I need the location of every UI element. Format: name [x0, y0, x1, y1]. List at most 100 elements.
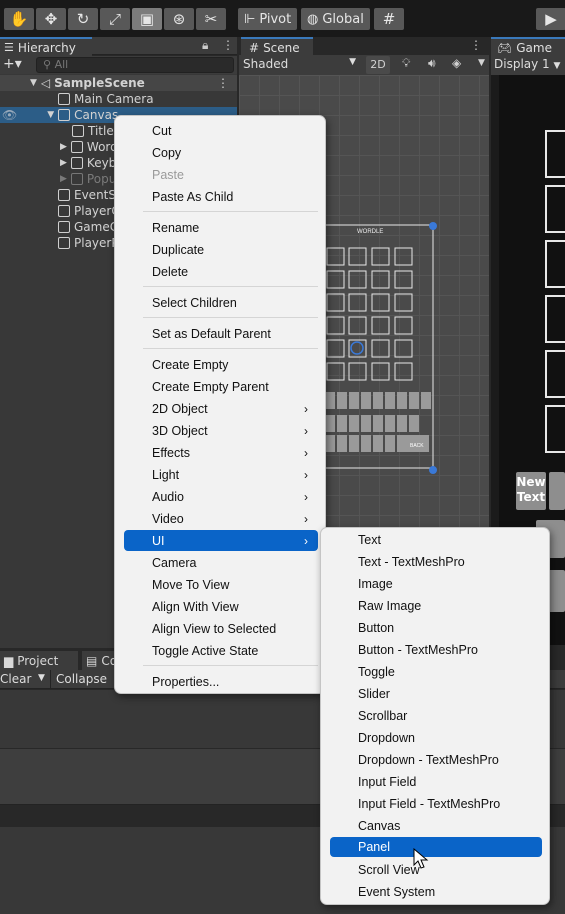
submenu-item-scroll-view[interactable]: Scroll View — [330, 859, 542, 880]
add-object-button[interactable]: +▾ — [3, 56, 22, 72]
chevron-down-icon[interactable]: ▼ — [478, 58, 485, 68]
hierarchy-item[interactable]: Main Camera — [0, 91, 237, 107]
menu-item-3d-object[interactable]: 3D Object › — [124, 420, 318, 441]
chevron-down-icon[interactable]: ▼ — [47, 110, 54, 120]
clear-button[interactable]: Clear — [0, 672, 31, 686]
scale-tool-icon[interactable]: ⤢ — [100, 8, 130, 30]
submenu-item-input-field-tmp[interactable]: Input Field - TextMeshPro — [330, 793, 542, 814]
menu-item-create-empty-parent[interactable]: Create Empty Parent — [124, 376, 318, 397]
menu-item-label: UI — [152, 533, 165, 548]
menu-item-label: Set as Default Parent — [152, 326, 271, 341]
menu-item-audio[interactable]: Audio › — [124, 486, 318, 507]
display-dropdown[interactable]: Display 1 ▼ — [494, 57, 560, 71]
collapse-button[interactable]: Collapse — [50, 670, 112, 689]
menu-item-create-empty[interactable]: Create Empty — [124, 354, 318, 375]
submenu-item-slider[interactable]: Slider — [330, 683, 542, 704]
chevron-down-icon: ▼ — [553, 61, 561, 71]
submenu-item-label: Button - TextMeshPro — [358, 642, 478, 657]
submenu-item-canvas[interactable]: Canvas — [330, 815, 542, 836]
menu-item-copy[interactable]: Copy — [124, 142, 318, 163]
game-letter-box — [545, 350, 565, 398]
scene-row[interactable]: ▼ ◁ SampleScene ⋮ — [0, 75, 237, 91]
gameobject-icon — [70, 141, 83, 153]
submenu-item-dropdown[interactable]: Dropdown — [330, 727, 542, 748]
menu-item-cut[interactable]: Cut — [124, 120, 318, 141]
menu-item-move-to-view[interactable]: Move To View — [124, 574, 318, 595]
submenu-item-dropdown-tmp[interactable]: Dropdown - TextMeshPro — [330, 749, 542, 770]
submenu-item-button[interactable]: Button — [330, 617, 542, 638]
submenu-item-text[interactable]: Text — [330, 529, 542, 550]
more-options-icon[interactable]: ⋮ — [222, 38, 234, 52]
custom-tool-icon[interactable]: ✂ — [196, 8, 226, 30]
chevron-right-icon[interactable]: ▶ — [60, 142, 67, 152]
pivot-toggle[interactable]: ⊩ Pivot — [238, 8, 298, 30]
chevron-right-icon: › — [304, 511, 308, 526]
chevron-down-icon[interactable]: ▼ — [38, 673, 45, 683]
menu-item-delete[interactable]: Delete — [124, 261, 318, 282]
global-toggle[interactable]: ◍ Global — [301, 8, 370, 30]
menu-item-light[interactable]: Light › — [124, 464, 318, 485]
hierarchy-item-label: Title — [88, 124, 114, 138]
tab-scene[interactable]: # Scene — [241, 37, 313, 56]
submenu-item-event-system[interactable]: Event System — [330, 881, 542, 902]
lighting-icon[interactable]: 💡︎ — [402, 56, 410, 71]
menu-item-video[interactable]: Video › — [124, 508, 318, 529]
tab-hierarchy[interactable]: ☰ Hierarchy — [0, 37, 92, 56]
visibility-icon[interactable]: 👁︎ — [2, 108, 17, 122]
submenu-item-input-field[interactable]: Input Field — [330, 771, 542, 792]
menu-item-effects[interactable]: Effects › — [124, 442, 318, 463]
menu-separator — [143, 348, 318, 349]
lock-icon[interactable]: 🔒︎ — [202, 38, 208, 53]
menu-item-set-default-parent[interactable]: Set as Default Parent — [124, 323, 318, 344]
menu-item-2d-object[interactable]: 2D Object › — [124, 398, 318, 419]
menu-item-toggle-active-state[interactable]: Toggle Active State — [124, 640, 318, 661]
submenu-item-label: Image — [358, 576, 393, 591]
menu-item-duplicate[interactable]: Duplicate — [124, 239, 318, 260]
grid-snap-icon[interactable]: # — [374, 8, 404, 30]
effects-icon[interactable]: ◈ — [452, 56, 461, 70]
gameobject-icon — [72, 125, 84, 137]
scene-more-icon[interactable]: ⋮ — [470, 38, 482, 52]
submenu-item-scrollbar[interactable]: Scrollbar — [330, 705, 542, 726]
menu-item-align-view-to-selected[interactable]: Align View to Selected — [124, 618, 318, 639]
submenu-item-label: Scrollbar — [358, 708, 408, 723]
audio-icon[interactable]: 🔊︎ — [428, 56, 436, 71]
hand-tool-icon[interactable]: ✋ — [4, 8, 34, 30]
menu-item-label: Video — [152, 511, 184, 526]
move-tool-icon[interactable]: ✥ — [36, 8, 66, 30]
rect-tool-icon[interactable]: ▣ — [132, 8, 162, 30]
submenu-item-raw-image[interactable]: Raw Image — [330, 595, 542, 616]
menu-item-ui[interactable]: UI › — [124, 530, 318, 551]
menu-item-label: Move To View — [152, 577, 230, 592]
chevron-right-icon: › — [304, 533, 308, 548]
menu-item-paste-as-child[interactable]: Paste As Child — [124, 186, 318, 207]
submenu-item-button-tmp[interactable]: Button - TextMeshPro — [330, 639, 542, 660]
global-label: Global — [322, 11, 364, 27]
menu-separator — [143, 211, 318, 212]
hierarchy-search-input[interactable]: ⚲ All — [36, 57, 234, 73]
submenu-item-toggle[interactable]: Toggle — [330, 661, 542, 682]
tab-game[interactable]: 🎮︎ Game — [491, 37, 565, 56]
display-label: Display 1 — [494, 57, 550, 71]
submenu-item-image[interactable]: Image — [330, 573, 542, 594]
chevron-right-icon[interactable]: ▶ — [60, 158, 67, 168]
mode-2d-toggle[interactable]: 2D — [366, 56, 390, 74]
menu-item-rename[interactable]: Rename — [124, 217, 318, 238]
menu-item-label: Properties... — [152, 674, 220, 689]
menu-item-properties[interactable]: Properties... — [124, 671, 318, 692]
menu-item-align-with-view[interactable]: Align With View — [124, 596, 318, 617]
chevron-right-icon[interactable]: ▶ — [60, 174, 67, 184]
menu-item-camera[interactable]: Camera — [124, 552, 318, 573]
scene-menu-icon[interactable]: ⋮ — [217, 76, 229, 90]
menu-item-select-children[interactable]: Select Children — [124, 292, 318, 313]
menu-item-label: Align With View — [152, 599, 239, 614]
rotate-tool-icon[interactable]: ↻ — [68, 8, 98, 30]
hierarchy-item-label: Keyb — [86, 156, 117, 170]
gamepad-icon: 🎮︎ — [497, 40, 513, 55]
submenu-item-text-tmp[interactable]: Text - TextMeshPro — [330, 551, 542, 572]
transform-tool-icon[interactable]: ⊛ — [164, 8, 194, 30]
tab-project[interactable]: ▆ Project — [0, 651, 78, 670]
shading-dropdown[interactable]: Shaded ▼ — [243, 57, 358, 73]
play-button[interactable]: ▶ — [536, 8, 565, 30]
submenu-item-panel[interactable]: Panel — [330, 837, 542, 857]
